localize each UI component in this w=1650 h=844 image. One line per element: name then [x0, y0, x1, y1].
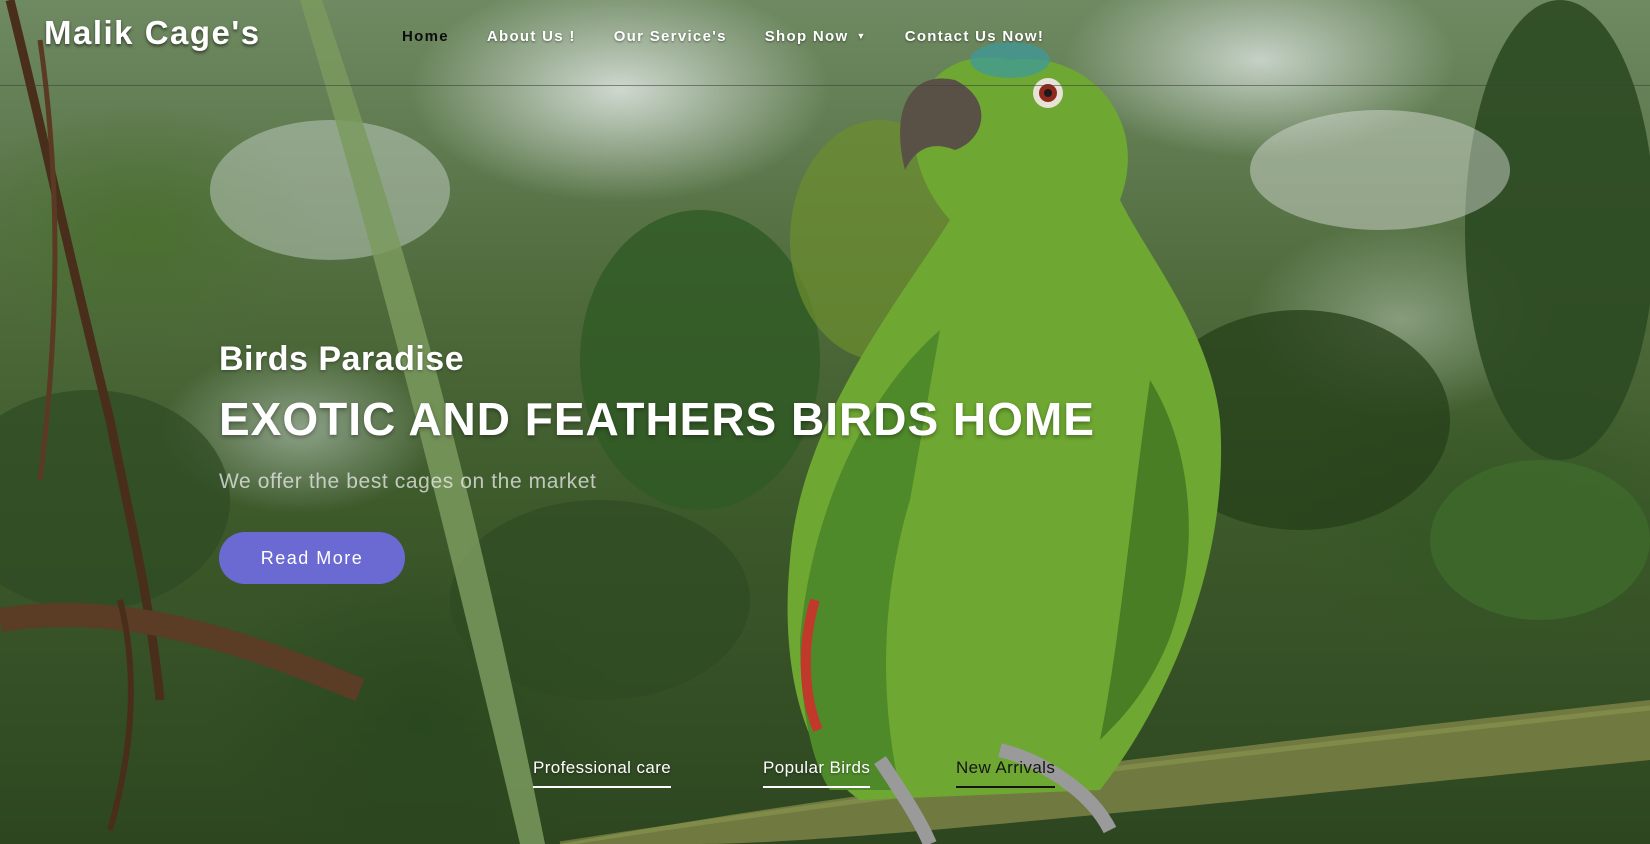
- hero-title: EXOTIC AND FEATHERS BIRDS HOME: [219, 393, 1095, 445]
- nav-item-home[interactable]: Home: [402, 28, 449, 45]
- nav-item-label: About Us !: [486, 28, 576, 45]
- nav-item-contact-us[interactable]: Contact Us Now!: [905, 28, 1045, 45]
- brand-logo[interactable]: Malik Cage's: [44, 14, 261, 52]
- tab-new-arrivals[interactable]: New Arrivals: [956, 758, 1056, 788]
- nav-item-label: Shop Now: [764, 28, 849, 45]
- tab-professional-care[interactable]: Professional care: [533, 758, 672, 788]
- hero-content: Birds Paradise EXOTIC AND FEATHERS BIRDS…: [219, 340, 1119, 494]
- caret-down-icon: ▼: [856, 31, 867, 41]
- nav-item-label: Home: [402, 28, 449, 45]
- nav-item-about-us[interactable]: About Us !: [487, 28, 576, 45]
- tab-popular-birds[interactable]: Popular Birds: [763, 758, 871, 788]
- nav-menu: Home About Us ! Our Service's Shop Now ▼ …: [402, 28, 1082, 45]
- navbar: Malik Cage's Home About Us ! Our Service…: [0, 0, 1650, 86]
- hero-subtitle: Birds Paradise: [219, 340, 465, 378]
- nav-item-shop-now[interactable]: Shop Now ▼: [765, 28, 867, 45]
- read-more-button[interactable]: Read More: [219, 532, 405, 584]
- nav-item-label: Our Service's: [613, 28, 727, 45]
- nav-item-our-services[interactable]: Our Service's: [614, 28, 727, 45]
- hero-tabs: Professional care Popular Birds New Arri…: [0, 758, 1650, 798]
- nav-item-label: Contact Us Now!: [904, 28, 1045, 45]
- hero-text: We offer the best cages on the market: [219, 470, 597, 493]
